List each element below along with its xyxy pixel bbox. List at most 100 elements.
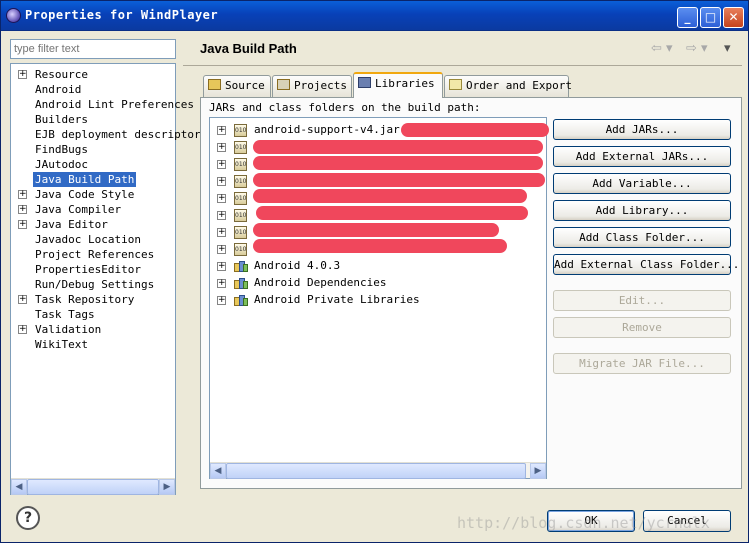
list-item[interactable]: + Android Private Libraries <box>210 292 546 309</box>
tree-expand-icon[interactable]: + <box>18 70 27 79</box>
redaction-mark <box>401 123 549 137</box>
expand-icon[interactable]: + <box>217 228 226 237</box>
expand-icon[interactable]: + <box>217 279 226 288</box>
tree-item[interactable]: EJB deployment descriptor <box>33 127 203 142</box>
maximize-button[interactable]: □ <box>700 7 721 28</box>
tree-item[interactable]: Android Lint Preferences <box>33 97 196 112</box>
tree-scroll-thumb[interactable] <box>27 479 159 495</box>
edit-button[interactable]: Edit... <box>553 290 731 311</box>
list-item[interactable]: + Android 4.0.3 <box>210 258 546 275</box>
minimize-button[interactable]: _ <box>677 7 698 28</box>
add-library-button[interactable]: Add Library... <box>553 200 731 221</box>
expand-icon[interactable]: + <box>217 160 226 169</box>
add-external-class-folder-button[interactable]: Add External Class Folder... <box>553 254 739 275</box>
tree-item[interactable]: Java Compiler <box>33 202 123 217</box>
tree-horizontal-scrollbar[interactable]: ◀ ▶ <box>11 478 175 495</box>
header-divider <box>183 65 742 66</box>
help-icon[interactable]: ? <box>16 506 40 530</box>
tree-item[interactable]: Java Build Path <box>33 172 137 187</box>
eclipse-icon <box>6 8 21 23</box>
tab-source[interactable]: Source <box>203 75 271 97</box>
build-path-caption: JARs and class folders on the build path… <box>209 101 481 114</box>
jar-icon: 010 <box>234 226 247 239</box>
library-icon <box>234 277 248 290</box>
tree-item[interactable]: Java Code Style <box>33 187 136 202</box>
title-bar[interactable]: Properties for WindPlayer _ □ ✕ <box>1 1 748 31</box>
tree-item[interactable]: PropertiesEditor <box>33 262 143 277</box>
libraries-icon <box>358 77 371 88</box>
scroll-left-arrow-icon[interactable]: ◀ <box>11 479 27 495</box>
projects-folder-icon <box>277 79 290 90</box>
list-scroll-left-arrow-icon[interactable]: ◀ <box>210 463 226 479</box>
list-horizontal-scrollbar[interactable]: ◀ ▶ <box>210 462 546 479</box>
close-button[interactable]: ✕ <box>723 7 744 28</box>
tree-expand-icon[interactable]: + <box>18 220 27 229</box>
forward-arrow-icon[interactable]: ⇨ ▾ <box>686 41 708 56</box>
list-item-label: Android Dependencies <box>254 276 387 289</box>
expand-icon[interactable]: + <box>217 194 226 203</box>
window-title: Properties for WindPlayer <box>25 8 219 22</box>
remove-button[interactable]: Remove <box>553 317 731 338</box>
view-menu-icon[interactable]: ▾ <box>724 41 731 56</box>
tree-item[interactable]: Builders <box>33 112 90 127</box>
watermark-text: http://blog.csdn.net/ycrnalx <box>457 514 710 532</box>
list-item[interactable]: + Android Dependencies <box>210 275 546 292</box>
migrate-jar-file-button[interactable]: Migrate JAR File... <box>553 353 731 374</box>
add-external-jars-button[interactable]: Add External JARs... <box>553 146 731 167</box>
tree-item[interactable]: Task Tags <box>33 307 97 322</box>
expand-icon[interactable]: + <box>217 126 226 135</box>
scroll-right-arrow-icon[interactable]: ▶ <box>159 479 175 495</box>
property-tree: + Resource Android Android Lint Preferences… <box>10 63 201 495</box>
list-scroll-right-arrow-icon[interactable]: ▶ <box>530 463 546 479</box>
jar-icon: 010 <box>234 158 247 171</box>
list-scroll-thumb[interactable] <box>226 463 526 479</box>
expand-icon[interactable]: + <box>217 296 226 305</box>
tree-expand-icon[interactable]: + <box>18 190 27 199</box>
order-export-icon <box>449 79 462 90</box>
tree-item[interactable]: Task Repository <box>33 292 136 307</box>
tree-item[interactable]: Run/Debug Settings <box>33 277 156 292</box>
tree-item[interactable]: Java Editor <box>33 217 110 232</box>
page-title: Java Build Path <box>200 41 297 56</box>
add-variable-button[interactable]: Add Variable... <box>553 173 731 194</box>
tree-item[interactable]: Project References <box>33 247 156 262</box>
tree-expand-icon[interactable]: + <box>18 205 27 214</box>
redaction-mark <box>256 206 528 220</box>
expand-icon[interactable]: + <box>217 262 226 271</box>
expand-icon[interactable]: + <box>217 143 226 152</box>
redaction-mark <box>253 189 527 203</box>
tree-item[interactable]: WikiText <box>33 337 90 352</box>
expand-icon[interactable]: + <box>217 245 226 254</box>
jar-icon: 010 <box>234 175 247 188</box>
list-item-label: Android Private Libraries <box>254 293 420 306</box>
library-icon <box>234 260 248 273</box>
redaction-mark <box>253 140 543 154</box>
redaction-mark <box>253 239 507 253</box>
tree-expand-icon[interactable]: + <box>18 295 27 304</box>
filter-input[interactable] <box>10 39 176 59</box>
back-arrow-icon[interactable]: ⇦ ▾ <box>651 41 673 56</box>
jar-icon: 010 <box>234 243 247 256</box>
tree-item[interactable]: Resource <box>33 67 90 82</box>
tree-item[interactable]: Android <box>33 82 83 97</box>
properties-dialog: Properties for WindPlayer _ □ ✕ + Resourc… <box>0 0 749 543</box>
jar-icon: 010 <box>234 209 247 222</box>
jar-icon: 010 <box>234 124 247 137</box>
library-list[interactable]: +010 android-support-v4.jar - +010 +010 +01… <box>209 117 547 479</box>
expand-icon[interactable]: + <box>217 177 226 186</box>
tree-item[interactable]: FindBugs <box>33 142 90 157</box>
tree-item[interactable]: Validation <box>33 322 103 337</box>
list-item-label: Android 4.0.3 <box>254 259 341 272</box>
expand-icon[interactable]: + <box>217 211 226 220</box>
redaction-mark <box>253 156 543 170</box>
tab-projects[interactable]: Projects <box>272 75 352 97</box>
tree-item[interactable]: Javadoc Location <box>33 232 143 247</box>
redaction-mark <box>253 173 545 187</box>
add-jars-button[interactable]: Add JARs... <box>553 119 731 140</box>
tab-order-and-export[interactable]: Order and Export <box>444 75 572 97</box>
tree-expand-icon[interactable]: + <box>18 325 27 334</box>
add-class-folder-button[interactable]: Add Class Folder... <box>553 227 731 248</box>
tree-item[interactable]: JAutodoc <box>33 157 90 172</box>
source-folder-icon <box>208 79 221 90</box>
tab-libraries[interactable]: Libraries <box>353 72 443 98</box>
